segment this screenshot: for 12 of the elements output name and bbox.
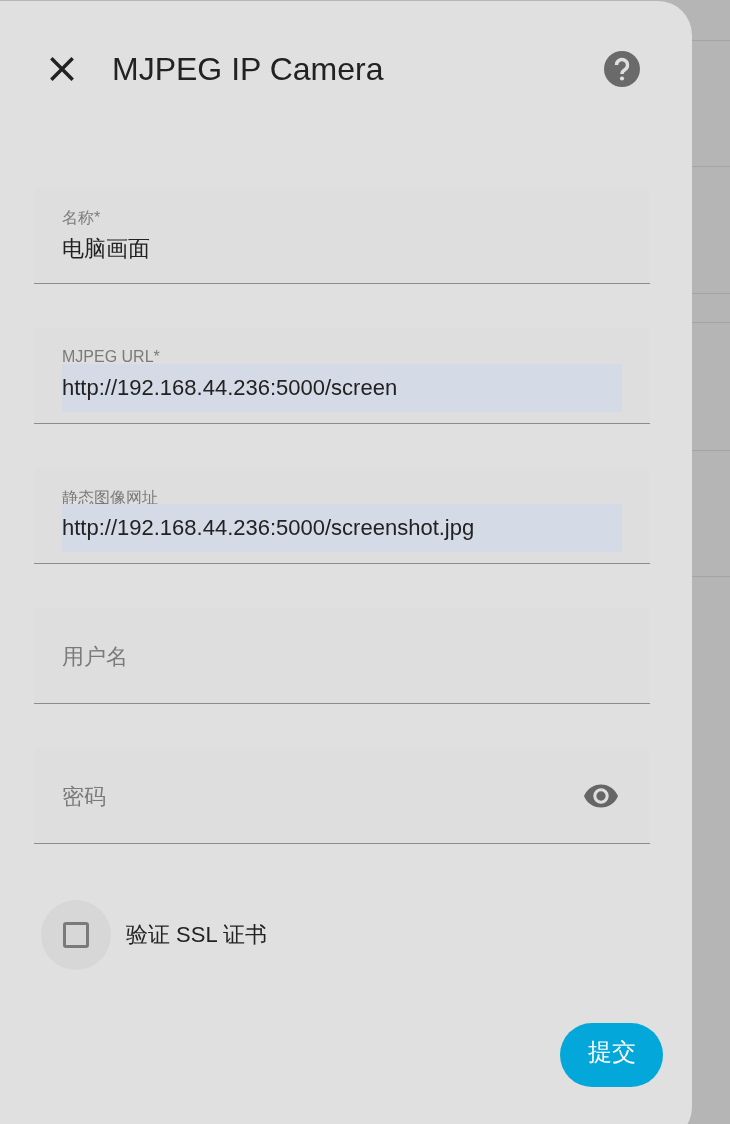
dialog-title: MJPEG IP Camera <box>112 50 385 88</box>
help-icon[interactable] <box>604 51 640 87</box>
input-field[interactable]: http://192.168.44.236:5000/screen <box>62 364 622 412</box>
field-label: 用户名 <box>62 643 128 671</box>
eye-icon[interactable] <box>584 784 618 808</box>
input-field[interactable]: 电脑画面 <box>62 226 622 272</box>
field-label: MJPEG URL* <box>62 348 160 366</box>
input-field[interactable]: http://192.168.44.236:5000/screenshot.jpg <box>62 504 622 552</box>
field-label: 名称* <box>62 208 101 228</box>
checkbox-label: 验证 SSL 证书 <box>126 921 267 949</box>
field-label: 密码 <box>62 783 106 811</box>
checkbox[interactable] <box>63 922 89 948</box>
